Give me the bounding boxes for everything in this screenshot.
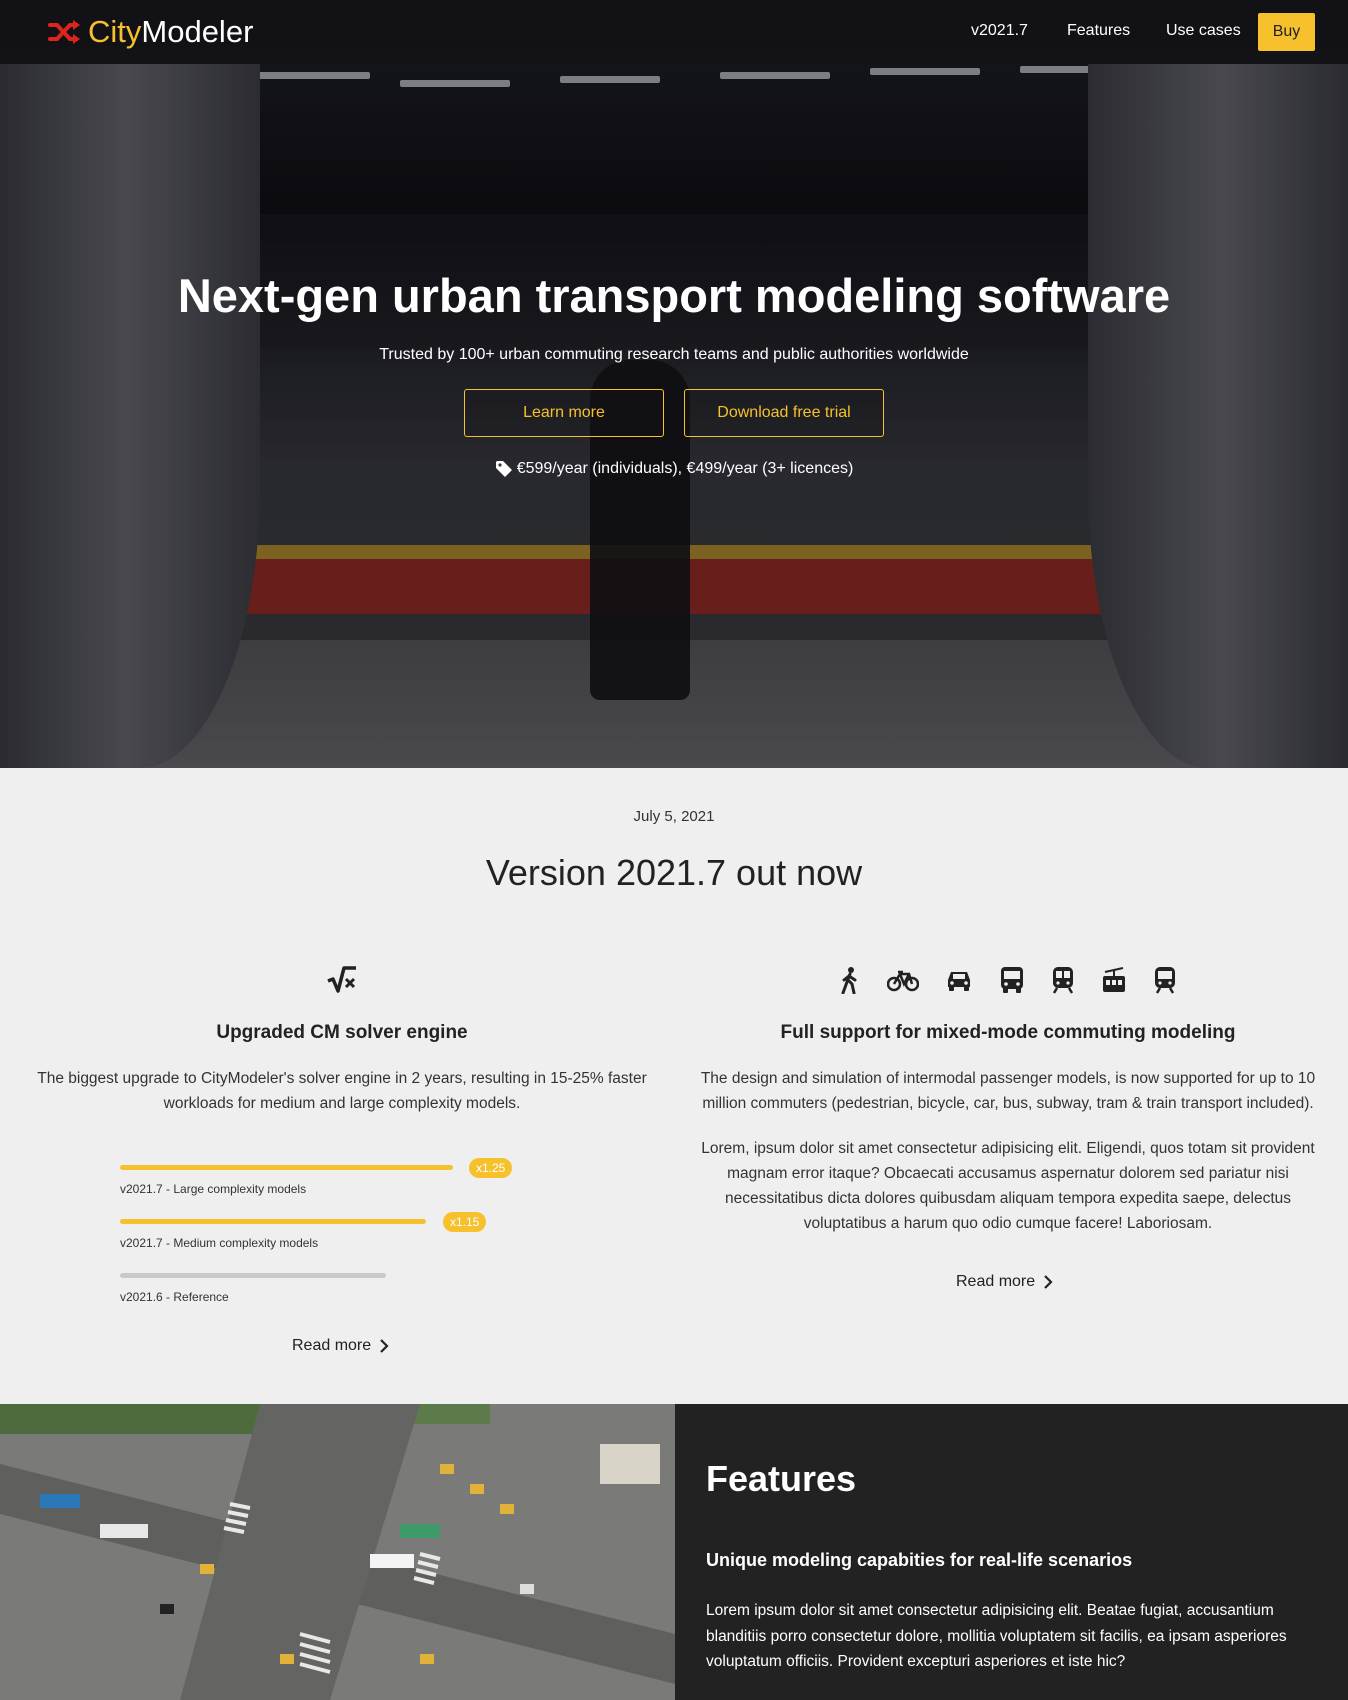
mixed-mode-read-more-link[interactable]: Read more bbox=[956, 1273, 1053, 1291]
shuffle-icon bbox=[48, 20, 80, 44]
release-date: July 5, 2021 bbox=[633, 808, 715, 825]
hero-title: Next-gen urban transport modeling softwa… bbox=[177, 269, 1171, 322]
solver-title: Upgraded CM solver engine bbox=[216, 1022, 468, 1043]
speedup-badge: x1.15 bbox=[443, 1212, 487, 1232]
bicycle-icon bbox=[887, 970, 919, 992]
train-icon bbox=[1155, 967, 1175, 994]
speedup-bar-large: x1.25 v2021.7 - Large complexity models bbox=[120, 1158, 540, 1212]
speedup-badge: x1.25 bbox=[469, 1158, 513, 1178]
subway-icon bbox=[1052, 967, 1074, 994]
bus-icon bbox=[1001, 967, 1023, 993]
learn-more-button[interactable]: Learn more bbox=[464, 389, 664, 437]
pricing-line: €599/year (individuals), €499/year (3+ l… bbox=[0, 460, 1348, 478]
brand-name-city: City bbox=[88, 14, 142, 49]
features-panel: Features Unique modeling capabities for … bbox=[675, 1404, 1348, 1700]
bar-label: v2021.7 - Medium complexity models bbox=[120, 1236, 319, 1250]
chevron-right-icon bbox=[1044, 1275, 1053, 1289]
solver-read-more-link[interactable]: Read more bbox=[292, 1337, 389, 1355]
mixed-mode-feature: Full support for mixed-mode commuting mo… bbox=[688, 960, 1328, 1236]
read-more-label: Read more bbox=[292, 1337, 372, 1354]
solver-description: The biggest upgrade to CityModeler's sol… bbox=[37, 1070, 647, 1112]
features-title: Features bbox=[706, 1458, 857, 1499]
features-description: Lorem ipsum dolor sit amet consectetur a… bbox=[706, 1602, 1287, 1670]
buy-button[interactable]: Buy bbox=[1258, 13, 1315, 51]
square-root-icon bbox=[327, 966, 356, 993]
bar-fill bbox=[120, 1219, 426, 1224]
city-illustration bbox=[0, 1404, 675, 1700]
hero-background bbox=[0, 0, 1348, 768]
brand-logo[interactable]: City Modeler bbox=[48, 14, 253, 50]
nav-link-features[interactable]: Features bbox=[1067, 22, 1130, 40]
chevron-right-icon bbox=[380, 1339, 389, 1353]
transport-icon-row bbox=[688, 960, 1328, 1000]
speedup-bar-reference: v2021.6 - Reference bbox=[120, 1266, 540, 1320]
speedup-bars: x1.25 v2021.7 - Large complexity models … bbox=[120, 1158, 540, 1320]
hero-subtitle: Trusted by 100+ urban commuting research… bbox=[379, 346, 969, 363]
tram-icon bbox=[1103, 967, 1125, 992]
release-title: Version 2021.7 out now bbox=[485, 852, 863, 893]
read-more-label: Read more bbox=[956, 1273, 1036, 1290]
nav-link-use-cases[interactable]: Use cases bbox=[1166, 22, 1241, 40]
car-icon bbox=[948, 972, 970, 991]
pricing-text: €599/year (individuals), €499/year (3+ l… bbox=[516, 460, 854, 477]
tag-icon bbox=[495, 461, 512, 477]
solver-icon-row bbox=[22, 960, 662, 1000]
nav-link-version[interactable]: v2021.7 bbox=[971, 22, 1028, 40]
bar-label: v2021.6 - Reference bbox=[120, 1290, 229, 1304]
bar-fill bbox=[120, 1273, 386, 1278]
pedestrian-icon bbox=[841, 967, 857, 994]
hero-overlay bbox=[0, 0, 1348, 768]
top-navbar: City Modeler v2021.7 Features Use cases B… bbox=[0, 0, 1348, 64]
mixed-mode-title: Full support for mixed-mode commuting mo… bbox=[780, 1022, 1236, 1043]
speedup-bar-medium: x1.15 v2021.7 - Medium complexity models bbox=[120, 1212, 540, 1266]
bar-label: v2021.7 - Large complexity models bbox=[120, 1182, 307, 1196]
download-trial-button[interactable]: Download free trial bbox=[684, 389, 884, 437]
city-intersection-image bbox=[0, 1404, 675, 1700]
bar-fill bbox=[120, 1165, 453, 1170]
mixed-mode-description: The design and simulation of intermodal … bbox=[700, 1070, 1316, 1112]
mixed-mode-body: Lorem, ipsum dolor sit amet consectetur … bbox=[701, 1140, 1315, 1232]
solver-feature: Upgraded CM solver engine The biggest up… bbox=[22, 960, 662, 1116]
brand-name-modeler: Modeler bbox=[141, 14, 254, 49]
features-subtitle: Unique modeling capabities for real-life… bbox=[706, 1550, 1133, 1570]
